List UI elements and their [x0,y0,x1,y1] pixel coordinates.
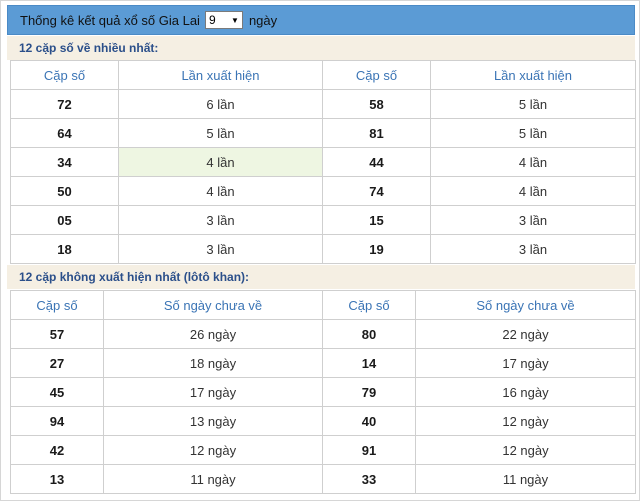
days-cell: 11 ngày [415,464,636,494]
col-header-pair: Cặp số [10,290,104,320]
pair-cell: 14 [322,348,416,378]
count-cell: 4 lần [430,176,636,206]
pair-cell: 79 [322,377,416,407]
days-cell: 11 ngày [103,464,323,494]
days-select-value: 9 [208,13,216,27]
days-cell: 22 ngày [415,319,636,349]
pair-cell: 18 [10,234,119,264]
pair-cell: 72 [10,89,119,119]
count-cell: 3 lần [118,234,323,264]
days-cell: 12 ngày [103,435,323,465]
count-cell: 4 lần [118,176,323,206]
count-cell: 3 lần [430,205,636,235]
pair-cell: 40 [322,406,416,436]
pair-cell: 64 [10,118,119,148]
table-row: 27 18 ngày 14 17 ngày [10,348,636,378]
table-row: 05 3 lần 15 3 lần [10,205,636,235]
pair-cell: 15 [322,205,431,235]
table-row: 42 12 ngày 91 12 ngày [10,435,636,465]
pair-cell: 42 [10,435,104,465]
days-cell: 18 ngày [103,348,323,378]
table-row: 18 3 lần 19 3 lần [10,234,636,264]
count-cell: 3 lần [118,205,323,235]
table-row: 50 4 lần 74 4 lần [10,176,636,206]
col-header-days: Số ngày chưa về [415,290,636,320]
pair-cell: 44 [322,147,431,177]
pair-cell: 45 [10,377,104,407]
pair-cell: 94 [10,406,104,436]
table-row: 45 17 ngày 79 16 ngày [10,377,636,407]
col-header-count: Lần xuất hiện [118,60,323,90]
header-suffix: ngày [248,12,278,28]
col-header-pair: Cặp số [322,290,416,320]
table-row: 94 13 ngày 40 12 ngày [10,406,636,436]
pair-cell: 19 [322,234,431,264]
days-select[interactable]: 9 ▼ [204,11,243,29]
frequent-table: Cặp số Lần xuất hiện Cặp số Lần xuất hiệ… [10,60,636,264]
frequent-section-title: 12 cặp số về nhiều nhất: [7,36,635,60]
pair-cell: 50 [10,176,119,206]
pair-cell: 74 [322,176,431,206]
days-cell: 13 ngày [103,406,323,436]
pair-cell: 33 [322,464,416,494]
stats-header: Thống kê kết quả xổ số Gia Lai 9 ▼ ngày [7,5,635,35]
days-cell: 16 ngày [415,377,636,407]
col-header-days: Số ngày chưa về [103,290,323,320]
col-header-pair: Cặp số [10,60,119,90]
absent-section-title: 12 cặp không xuất hiện nhất (lôtô khan): [7,265,635,289]
pair-cell: 91 [322,435,416,465]
table-row: 13 11 ngày 33 11 ngày [10,464,636,494]
pair-cell: 81 [322,118,431,148]
days-cell: 12 ngày [415,406,636,436]
table-row: 64 5 lần 81 5 lần [10,118,636,148]
col-header-pair: Cặp số [322,60,431,90]
days-cell: 17 ngày [103,377,323,407]
count-cell: 3 lần [430,234,636,264]
table-header-row: Cặp số Lần xuất hiện Cặp số Lần xuất hiệ… [10,60,636,90]
count-cell: 5 lần [118,118,323,148]
count-cell: 6 lần [118,89,323,119]
days-cell: 17 ngày [415,348,636,378]
table-header-row: Cặp số Số ngày chưa về Cặp số Số ngày ch… [10,290,636,320]
col-header-count: Lần xuất hiện [430,60,636,90]
days-cell: 12 ngày [415,435,636,465]
absent-table: Cặp số Số ngày chưa về Cặp số Số ngày ch… [10,290,636,494]
pair-cell: 34 [10,147,119,177]
pair-cell: 58 [322,89,431,119]
header-prefix: Thống kê kết quả xổ số Gia Lai [20,12,200,28]
count-cell: 5 lần [430,89,636,119]
days-cell: 26 ngày [103,319,323,349]
table-row: 34 4 lần 44 4 lần [10,147,636,177]
count-cell: 5 lần [430,118,636,148]
stats-panel: Thống kê kết quả xổ số Gia Lai 9 ▼ ngày … [0,0,640,501]
table-row: 57 26 ngày 80 22 ngày [10,319,636,349]
pair-cell: 13 [10,464,104,494]
pair-cell: 27 [10,348,104,378]
chevron-down-icon: ▼ [231,15,239,25]
pair-cell: 05 [10,205,119,235]
pair-cell: 57 [10,319,104,349]
count-cell-highlighted: 4 lần [118,147,323,177]
count-cell: 4 lần [430,147,636,177]
pair-cell: 80 [322,319,416,349]
table-row: 72 6 lần 58 5 lần [10,89,636,119]
